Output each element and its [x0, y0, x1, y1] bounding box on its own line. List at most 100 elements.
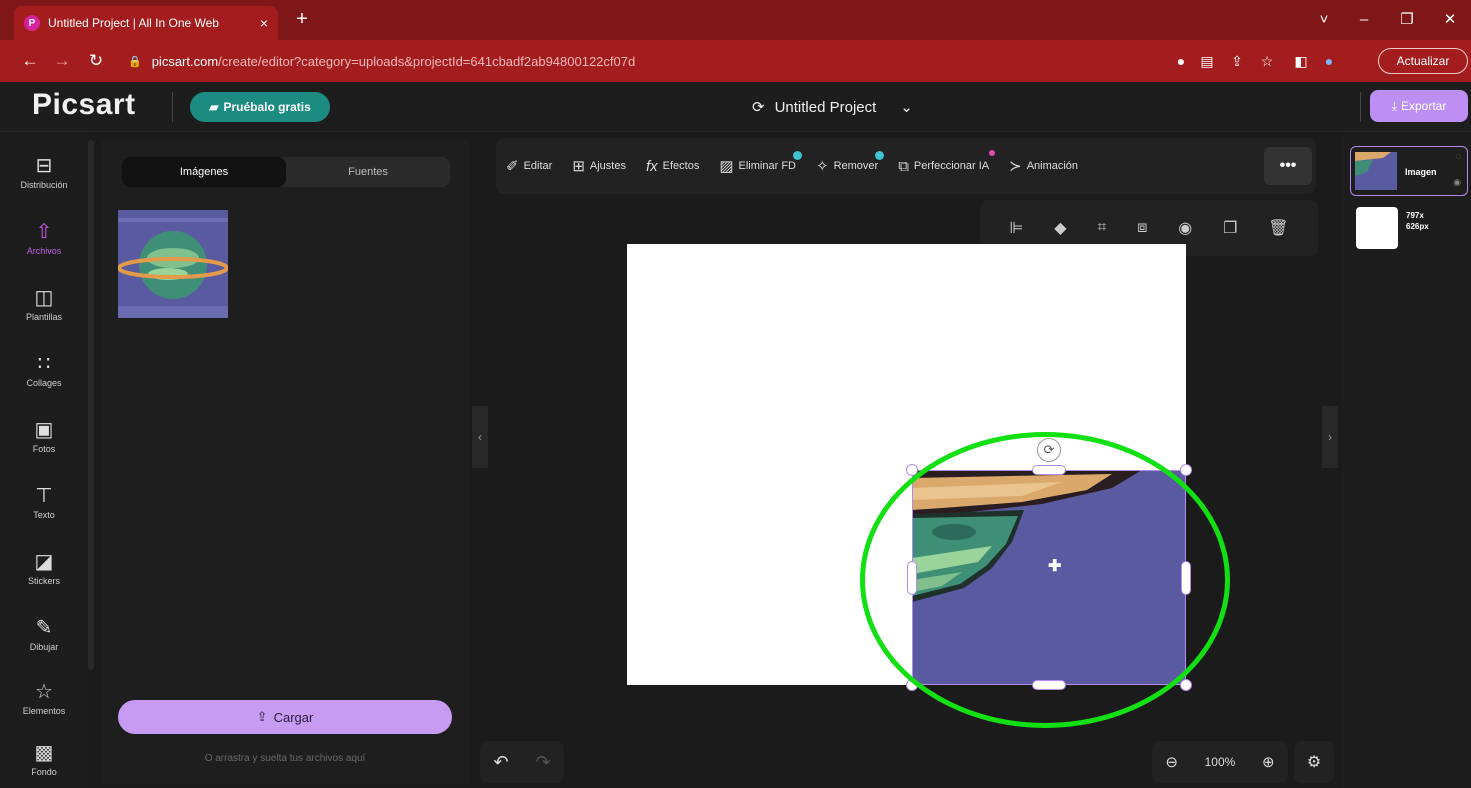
layer-item-background[interactable]: 797x 626px [1352, 204, 1470, 250]
translate-icon[interactable]: ▤ [1196, 49, 1218, 73]
uploaded-image-thumbnail[interactable] [118, 210, 228, 318]
layer-name: Imagen [1405, 167, 1437, 177]
restore-button[interactable]: ❐ [1393, 8, 1421, 32]
drop-hint: O arrastra y suelta tus archivos aquí [204, 753, 366, 764]
layer-name: 797x 626px [1406, 211, 1429, 231]
rail-label: Elementos [22, 706, 66, 716]
duplicate-icon[interactable]: ❐ [1223, 218, 1237, 238]
rail-label: Fotos [32, 444, 56, 454]
rail-scrollbar[interactable] [88, 140, 94, 670]
toolbar-label: Animación [1026, 160, 1079, 172]
undo-icon[interactable]: ↶ [493, 752, 508, 773]
toolbar-ajustes[interactable]: ⊞ Ajustes [572, 157, 626, 175]
browser-tab[interactable]: P Untitled Project | All In One Web × [14, 6, 278, 40]
zoom-level[interactable]: 100% [1205, 755, 1236, 769]
rail-label: Distribución [20, 180, 68, 190]
layer-thumbnail [1355, 152, 1397, 190]
update-button[interactable]: Actualizar [1378, 48, 1468, 74]
export-button[interactable]: ⤓ Exportar [1370, 90, 1468, 122]
minimize-button[interactable]: – [1350, 8, 1378, 32]
layer-item-image[interactable]: Imagen ◌ ◉ [1350, 146, 1468, 196]
resize-handle-top-right[interactable] [1180, 464, 1192, 476]
resize-handle-bottom-right[interactable] [1180, 679, 1192, 691]
toolbar-label: Remover [833, 160, 879, 172]
toolbar-remover[interactable]: ✧ Remover [815, 151, 885, 175]
zoom-in-icon[interactable]: ⊕ [1262, 753, 1275, 771]
fx-icon: fx [645, 157, 658, 175]
adjust-icon: ⊞ [572, 158, 585, 175]
layer-visibility-icon[interactable]: ◉ [1453, 177, 1461, 188]
try-free-button[interactable]: ▰ Pruébalo gratis [190, 92, 330, 122]
close-window-button[interactable]: ✕ [1436, 8, 1464, 32]
toolbar-label: Eliminar FD [738, 160, 796, 172]
toolbar-perfeccionar-ia[interactable]: ⧉ Perfeccionar IA [898, 149, 996, 175]
crown-icon: ▰ [209, 100, 219, 114]
rail-item-dibujar[interactable]: ✎ Dibujar [0, 606, 88, 664]
share-icon[interactable]: ⇪ [1226, 49, 1248, 73]
tab-title: Untitled Project | All In One Web [48, 16, 219, 30]
rail-item-elementos[interactable]: ☆ Elementos [0, 670, 88, 728]
rail-item-texto[interactable]: ⊤ Texto [0, 474, 88, 532]
bookmark-star-icon[interactable]: ☆ [1256, 49, 1278, 73]
annotation-circle [860, 432, 1230, 728]
url-field[interactable]: 🔒 picsart.com /create/editor?category=up… [128, 47, 1158, 75]
star-icon: ☆ [35, 681, 53, 703]
zoom-out-icon[interactable]: ⊖ [1165, 753, 1178, 771]
toolbar-efectos[interactable]: fx Efectos [646, 158, 699, 175]
visibility-icon[interactable]: ◉ [1178, 218, 1192, 238]
planet-illustration [118, 210, 228, 318]
download-icon: ⤓ [1391, 98, 1397, 113]
toolbar-eliminar-fd[interactable]: ▨ Eliminar FD [719, 151, 802, 175]
sync-icon: ⟳ [752, 99, 765, 116]
picsart-favicon-icon: P [24, 15, 40, 31]
collapse-right-panel-button[interactable]: › [1322, 406, 1338, 468]
tab-images[interactable]: Imágenes [122, 157, 286, 187]
rail-item-collages[interactable]: ∷ Collages [0, 342, 88, 400]
rail-item-stickers[interactable]: ◪ Stickers [0, 540, 88, 598]
tab-fonts[interactable]: Fuentes [286, 157, 450, 187]
profile-avatar-icon[interactable]: ● [1318, 49, 1340, 73]
back-icon[interactable]: ← [18, 49, 42, 73]
undo-redo-group: ↶ ↷ [480, 741, 564, 783]
sidepanel-icon[interactable]: ◧ [1290, 49, 1312, 73]
remove-object-icon: ✧ [815, 158, 829, 175]
remove-background-icon: ▨ [719, 158, 734, 175]
reload-icon[interactable]: ↻ [84, 49, 108, 73]
rail-label: Plantillas [25, 312, 63, 322]
picsart-logo[interactable]: Picsart [32, 88, 136, 122]
cloud-upload-icon: ⇪ [256, 709, 268, 724]
rail-item-plantillas[interactable]: ◫ Plantillas [0, 276, 88, 334]
animation-icon: ≻ [1009, 158, 1022, 175]
tab-close-icon[interactable]: × [260, 15, 268, 31]
more-options-button[interactable]: ••• [1264, 147, 1312, 185]
google-icon[interactable]: ● [1170, 49, 1192, 73]
forward-icon[interactable]: → [50, 49, 74, 73]
rail-item-fotos[interactable]: ▣ Fotos [0, 408, 88, 466]
canvas-settings-icon[interactable]: ⚙ [1294, 741, 1334, 783]
toolbar-editar[interactable]: ✐ Editar [506, 157, 552, 175]
project-title-dropdown[interactable]: ⟳ Untitled Project ⌄ [752, 94, 913, 120]
align-icon[interactable]: ⊫ [1009, 218, 1023, 238]
rail-label: Stickers [27, 576, 60, 586]
eraser-icon[interactable]: ◆ [1054, 218, 1066, 238]
rail-item-fondo[interactable]: ▩ Fondo [0, 732, 88, 788]
toolbar-label: Perfeccionar IA [913, 160, 990, 172]
toolbar-animacion[interactable]: ≻ Animación [1009, 157, 1078, 175]
replace-icon[interactable]: ⧈ [1137, 219, 1147, 237]
crop-icon[interactable]: ⌗ [1097, 219, 1106, 237]
collapse-left-panel-button[interactable]: ‹ [472, 406, 488, 468]
redo-icon[interactable]: ↷ [535, 752, 550, 773]
edit-icon: ✐ [506, 158, 519, 175]
rail-label: Archivos [26, 246, 62, 256]
rail-item-archivos[interactable]: ⇧ Archivos [0, 210, 88, 268]
url-host: picsart.com [151, 53, 219, 69]
sticker-icon: ◪ [34, 551, 54, 573]
enhance-icon: ⧉ [898, 157, 909, 175]
delete-icon[interactable]: 🗑 [1268, 218, 1288, 238]
new-tab-button[interactable]: + [290, 8, 314, 32]
upload-button[interactable]: ⇪ Cargar [118, 700, 452, 734]
tab-search-icon[interactable]: ˅ [1310, 8, 1338, 32]
rail-item-distribucion[interactable]: ⊟ Distribución [0, 144, 88, 202]
zoom-control: ⊖ 100% ⊕ [1152, 741, 1288, 783]
layer-lock-icon[interactable]: ◌ [1456, 151, 1461, 161]
